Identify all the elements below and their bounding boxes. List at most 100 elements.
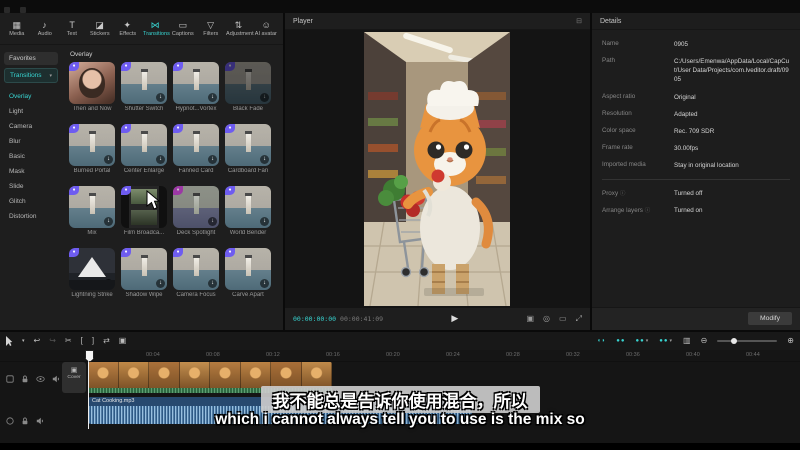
split-icon[interactable]: ✂ bbox=[65, 332, 72, 350]
focus-icon[interactable]: ◎ bbox=[543, 314, 550, 324]
sidebar-item-basic[interactable]: Basic bbox=[0, 149, 62, 164]
sidebar-item-overlay[interactable]: Overlay bbox=[0, 89, 62, 104]
toolbar-text[interactable]: TText bbox=[59, 20, 85, 38]
transition-item-film-broadca[interactable]: ♦Film Broadca... bbox=[120, 186, 168, 236]
ratio-icon[interactable]: ▭ bbox=[559, 314, 567, 324]
link-clips-icon[interactable]: ●● bbox=[616, 332, 625, 350]
transition-thumbnail[interactable]: ♦↓ bbox=[121, 248, 167, 290]
download-icon: ↓ bbox=[260, 93, 269, 102]
toolbar-media[interactable]: ▦Media bbox=[4, 20, 30, 38]
toolbar-ai-avatar[interactable]: ☺AI avatar bbox=[253, 20, 279, 38]
transition-thumbnail[interactable]: ♦↓ bbox=[225, 186, 271, 228]
toolbar-audio[interactable]: ♪Audio bbox=[32, 20, 58, 38]
video-preview-area bbox=[285, 30, 590, 308]
transition-label: Camera Focus bbox=[172, 292, 220, 298]
video-clip-audio-waveform[interactable] bbox=[88, 388, 332, 393]
modify-button[interactable]: Modify bbox=[748, 312, 792, 325]
toolbar-stickers[interactable]: ◪Stickers bbox=[87, 20, 113, 38]
transition-thumbnail[interactable]: ♦↓ bbox=[173, 62, 219, 104]
sidebar-item-mask[interactable]: Mask bbox=[0, 164, 62, 179]
transition-item-black-fade[interactable]: ♦↓Black Fade bbox=[224, 62, 272, 112]
transition-item-camera-focus[interactable]: ♦↓ Camera Focus bbox=[172, 248, 220, 298]
transition-item-shutter-switch[interactable]: ♦↓Shutter Switch bbox=[120, 62, 168, 112]
favorites-button[interactable]: Favorites bbox=[4, 52, 58, 65]
toolbar-captions[interactable]: ▭Captions bbox=[170, 20, 196, 38]
transition-thumbnail[interactable]: ♦↓ bbox=[121, 124, 167, 166]
transition-item-shadow-wipe[interactable]: ♦↓Shadow Wipe bbox=[120, 248, 168, 298]
toolbar-effects[interactable]: ✦Effects bbox=[115, 20, 141, 38]
sidebar-item-glitch[interactable]: Glitch bbox=[0, 194, 62, 209]
toolbar-filters[interactable]: ▽Filters bbox=[198, 20, 224, 38]
preview-snap-icon[interactable]: ●●▾ bbox=[659, 332, 673, 350]
hide-track-icon[interactable] bbox=[36, 375, 45, 383]
play-button[interactable]: ▶ bbox=[387, 313, 522, 324]
transition-thumbnail[interactable]: ♦↓ bbox=[173, 124, 219, 166]
select-tool-caret[interactable]: ▾ bbox=[22, 332, 25, 350]
sidebar-item-blur[interactable]: Blur bbox=[0, 134, 62, 149]
transition-item-mix[interactable]: ♦↓Mix bbox=[68, 186, 116, 236]
media-icon: ▦ bbox=[4, 20, 30, 30]
audio-clip[interactable]: Cat Cooking.mp3 bbox=[88, 397, 472, 424]
undo-icon[interactable]: ↩ bbox=[34, 332, 41, 350]
zoom-in-icon[interactable]: ⊕ bbox=[787, 332, 794, 350]
toolbar-transitions[interactable]: ⋈Transitions bbox=[142, 20, 168, 38]
timeline-zoom-slider[interactable] bbox=[717, 340, 777, 342]
chevron-down-icon: ▾ bbox=[49, 73, 52, 79]
transition-item-burned-portal[interactable]: ♦↓Burned Portal bbox=[68, 124, 116, 174]
transition-item-hypnot-vortex[interactable]: ♦↓Hypnot...Vortex bbox=[172, 62, 220, 112]
transition-thumbnail[interactable]: ♦↓ bbox=[69, 248, 115, 290]
transition-item-world-bender[interactable]: ♦↓World Bender bbox=[224, 186, 272, 236]
detail-label: Path bbox=[602, 57, 674, 84]
transition-item-cardboard-fan[interactable]: ♦↓Cardboard Fan bbox=[224, 124, 272, 174]
fullscreen-icon[interactable]: ⤢ bbox=[576, 314, 582, 324]
delete-right-icon[interactable]: ] bbox=[92, 332, 94, 350]
toolbar-adjustment[interactable]: ⇅Adjustment bbox=[225, 20, 251, 38]
zoom-slider-knob[interactable] bbox=[731, 338, 737, 344]
transitions-dropdown-label: Transitions bbox=[10, 72, 42, 79]
transition-item-deck-spotlight[interactable]: ♦↓Deck Spotlight bbox=[172, 186, 220, 236]
mirror-icon[interactable]: ⇄ bbox=[103, 332, 110, 350]
main-track-magnet-icon[interactable]: ◖◗ bbox=[597, 332, 606, 350]
transition-thumbnail[interactable]: ♦↓ bbox=[121, 62, 167, 104]
zoom-out-icon[interactable]: ⊖ bbox=[701, 332, 708, 350]
preview-axis-icon[interactable]: ▥ bbox=[683, 332, 691, 350]
timeline-ruler[interactable]: 00:0400:0800:1200:1600:2000:2400:2800:32… bbox=[0, 350, 800, 362]
transition-item-lightning-strike[interactable]: ♦↓Lightning Strike bbox=[68, 248, 116, 298]
cover-button[interactable]: ▣ Cover bbox=[62, 362, 86, 393]
player-menu-icon[interactable]: ⊟ bbox=[576, 17, 582, 25]
mute-track-icon[interactable] bbox=[36, 417, 44, 425]
transition-item-then-and-now[interactable]: ♦Then and Now bbox=[68, 62, 116, 112]
auto-snap-icon[interactable]: ●●▾ bbox=[636, 332, 650, 350]
video-clip[interactable] bbox=[88, 362, 332, 388]
transition-thumbnail[interactable]: ♦↓ bbox=[225, 124, 271, 166]
compare-icon[interactable]: ▣ bbox=[526, 314, 534, 324]
transition-thumbnail[interactable]: ♦↓ bbox=[173, 186, 219, 228]
lock-icon[interactable] bbox=[21, 375, 29, 383]
transition-thumbnail[interactable]: ♦↓ bbox=[225, 248, 271, 290]
transition-thumbnail[interactable]: ♦↓ bbox=[173, 248, 219, 290]
lock-icon[interactable] bbox=[21, 417, 29, 425]
mute-track-icon[interactable] bbox=[52, 375, 60, 383]
info-icon[interactable]: ⓘ bbox=[620, 191, 626, 197]
info-icon[interactable]: ⓘ bbox=[645, 208, 651, 214]
transition-item-center-enlarge[interactable]: ♦↓Center Enlarge bbox=[120, 124, 168, 174]
redo-icon[interactable]: ↪ bbox=[49, 332, 56, 350]
video-canvas[interactable] bbox=[364, 32, 510, 306]
sidebar-item-slide[interactable]: Slide bbox=[0, 179, 62, 194]
sidebar-item-distortion[interactable]: Distortion bbox=[0, 209, 62, 224]
select-tool-icon[interactable] bbox=[6, 336, 13, 346]
transitions-dropdown[interactable]: Transitions ▾ bbox=[4, 68, 58, 83]
sidebar-item-camera[interactable]: Camera bbox=[0, 119, 62, 134]
transition-item-carve-apart[interactable]: ♦↓Carve Apart bbox=[224, 248, 272, 298]
transition-thumbnail[interactable]: ♦ bbox=[69, 62, 115, 104]
sidebar-item-light[interactable]: Light bbox=[0, 104, 62, 119]
transition-thumbnail[interactable]: ♦↓ bbox=[69, 186, 115, 228]
transition-thumbnail[interactable]: ♦ bbox=[121, 186, 167, 228]
vip-badge-icon: ♦ bbox=[225, 62, 235, 71]
playhead[interactable] bbox=[88, 350, 89, 429]
delete-left-icon[interactable]: [ bbox=[81, 332, 83, 350]
crop-icon[interactable]: ▣ bbox=[119, 332, 127, 350]
transition-item-fanned-card[interactable]: ♦↓Fanned Card bbox=[172, 124, 220, 174]
transition-thumbnail[interactable]: ♦↓ bbox=[69, 124, 115, 166]
transition-thumbnail[interactable]: ♦↓ bbox=[225, 62, 271, 104]
